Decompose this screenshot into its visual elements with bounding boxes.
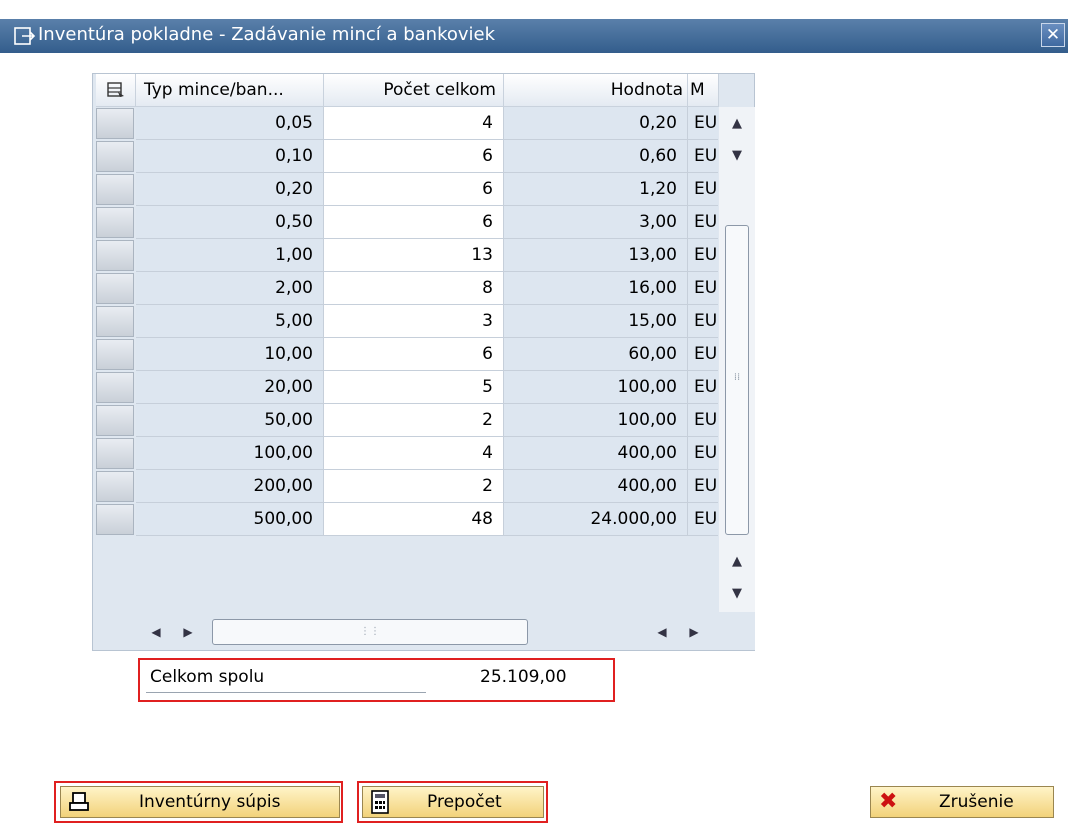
cell-currency: EUR [688,470,718,503]
horizontal-scroll-thumb[interactable]: ⋮⋮ [212,619,528,645]
cell-count[interactable]: 6 [324,140,504,173]
cell-currency: EUR [688,503,718,536]
cell-currency: EUR [688,272,718,305]
cell-value: 100,00 [504,404,688,437]
row-selector[interactable] [96,108,134,139]
inventory-list-button[interactable]: Inventúrny súpis [60,786,340,818]
cell-currency: EUR [688,371,718,404]
cell-type: 0,20 [136,173,324,206]
cancel-icon: ✖ [879,789,898,814]
cell-count[interactable]: 13 [324,239,504,272]
cell-count[interactable]: 4 [324,437,504,470]
scroll-right-icon[interactable]: ▶ [684,619,704,645]
cell-currency: EUR [688,404,718,437]
row-selector[interactable] [96,372,134,403]
cell-count[interactable]: 8 [324,272,504,305]
cell-type: 2,00 [136,272,324,305]
cell-value: 16,00 [504,272,688,305]
window-title: Inventúra pokladne - Zadávanie mincí a b… [38,24,496,45]
cell-count[interactable]: 3 [324,305,504,338]
cell-count[interactable]: 4 [324,107,504,140]
cell-currency: EUR [688,437,718,470]
row-selector[interactable] [96,174,134,205]
cell-type: 100,00 [136,437,324,470]
cell-value: 1,20 [504,173,688,206]
column-header-currency[interactable]: M [688,74,719,107]
cell-type: 500,00 [136,503,324,536]
row-selector[interactable] [96,405,134,436]
divider [146,692,426,693]
row-selector[interactable] [96,141,134,172]
cell-value: 0,60 [504,140,688,173]
cell-value: 100,00 [504,371,688,404]
column-settings-button[interactable] [96,74,136,107]
scroll-left-icon[interactable]: ◀ [146,619,166,645]
row-selector[interactable] [96,306,134,337]
row-selector[interactable] [96,240,134,271]
cell-type: 0,05 [136,107,324,140]
row-selector[interactable] [96,273,134,304]
cell-type: 0,50 [136,206,324,239]
cell-count[interactable]: 2 [324,470,504,503]
cell-value: 400,00 [504,470,688,503]
cell-value: 15,00 [504,305,688,338]
window-icon [14,27,36,45]
cell-currency: EUR [688,206,718,239]
recalculate-button[interactable]: Prepočet [362,786,544,818]
scroll-down-button[interactable]: ▼ [721,141,753,171]
cell-value: 400,00 [504,437,688,470]
cell-value: 60,00 [504,338,688,371]
recalculate-label: Prepočet [427,792,502,812]
row-selector[interactable] [96,504,134,535]
cancel-button[interactable]: ✖ Zrušenie [870,786,1054,818]
calculator-icon [371,790,389,814]
cell-type: 10,00 [136,338,324,371]
vertical-scroll-thumb[interactable]: ⁞⁞ [725,225,749,535]
cancel-label: Zrušenie [939,792,1014,812]
grip-icon: ⁞⁞ [733,372,741,383]
grip-icon: ⋮⋮ [360,626,380,637]
cell-count[interactable]: 2 [324,404,504,437]
cell-count[interactable]: 6 [324,206,504,239]
scroll-up-button[interactable]: ▲ [721,109,753,139]
cell-value: 3,00 [504,206,688,239]
row-selector[interactable] [96,207,134,238]
column-header-count[interactable]: Počet celkom [324,74,504,107]
total-label: Celkom spolu [150,667,265,687]
cell-type: 200,00 [136,470,324,503]
cell-type: 0,10 [136,140,324,173]
inventory-list-label: Inventúrny súpis [139,792,281,812]
cell-count[interactable]: 6 [324,173,504,206]
cell-value: 13,00 [504,239,688,272]
cell-count[interactable]: 48 [324,503,504,536]
close-icon[interactable]: ✕ [1041,23,1065,47]
total-value: 25.109,00 [480,667,567,687]
column-header-type[interactable]: Typ mince/ban... [136,74,324,107]
row-selector[interactable] [96,471,134,502]
page-down-button[interactable]: ▼ [721,579,753,609]
row-selector[interactable] [96,339,134,370]
cell-currency: EUR [688,305,718,338]
cell-currency: EUR [688,140,718,173]
cell-count[interactable]: 5 [324,371,504,404]
cell-type: 1,00 [136,239,324,272]
cell-type: 50,00 [136,404,324,437]
cell-currency: EUR [688,338,718,371]
page-up-button[interactable]: ▲ [721,547,753,577]
scroll-right-icon[interactable]: ▶ [178,619,198,645]
printer-icon [69,792,89,811]
window-titlebar: Inventúra pokladne - Zadávanie mincí a b… [0,19,1068,53]
cell-value: 24.000,00 [504,503,688,536]
column-header-value[interactable]: Hodnota [504,74,688,107]
cell-currency: EUR [688,107,718,140]
row-selector[interactable] [96,438,134,469]
cell-currency: EUR [688,173,718,206]
cell-value: 0,20 [504,107,688,140]
cell-count[interactable]: 6 [324,338,504,371]
scroll-left-icon[interactable]: ◀ [652,619,672,645]
table-settings-icon [107,82,124,97]
cell-currency: EUR [688,239,718,272]
cell-type: 20,00 [136,371,324,404]
cell-type: 5,00 [136,305,324,338]
